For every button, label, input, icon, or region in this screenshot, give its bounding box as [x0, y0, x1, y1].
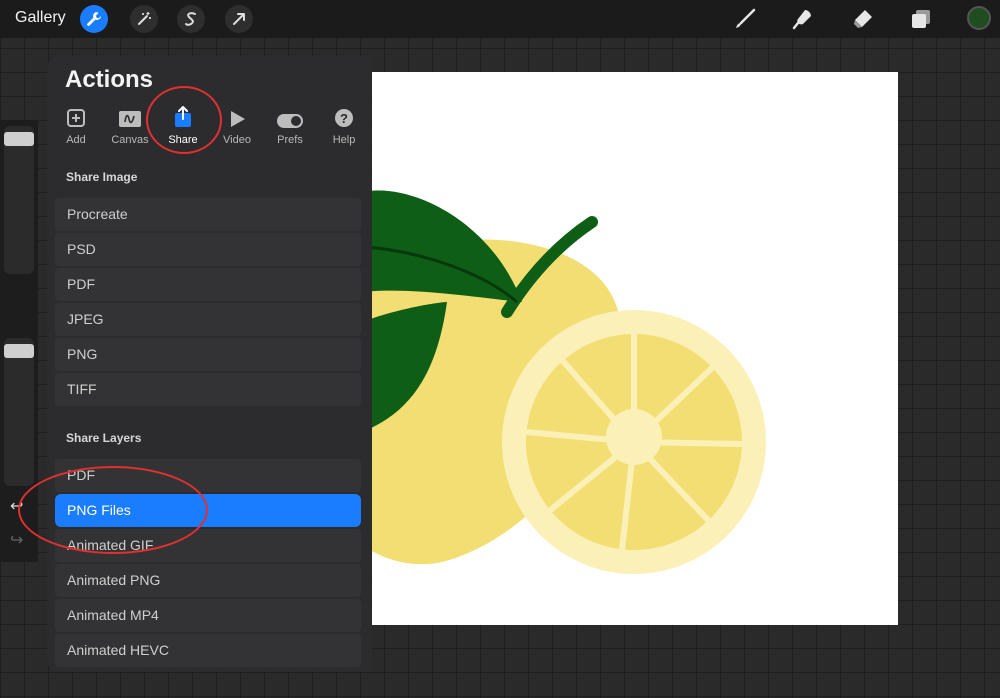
svg-text:?: ?	[340, 111, 348, 126]
share-image-procreate[interactable]: Procreate	[55, 198, 361, 231]
actions-panel: Actions Add Canvas Share Video Prefs ? H…	[47, 56, 372, 672]
layers-icon[interactable]	[908, 6, 934, 32]
add-icon	[50, 106, 102, 128]
share-layers-heading: Share Layers	[66, 431, 142, 445]
tab-add[interactable]: Add	[50, 106, 102, 146]
share-image-tiff[interactable]: TIFF	[55, 373, 361, 406]
share-layers-animated-hevc[interactable]: Animated HEVC	[55, 634, 361, 667]
tab-help[interactable]: ? Help	[318, 106, 370, 146]
brush-size-slider[interactable]	[4, 126, 34, 274]
tab-prefs[interactable]: Prefs	[264, 106, 316, 146]
opacity-thumb[interactable]	[4, 344, 34, 358]
share-tab-highlight-circle	[146, 86, 222, 154]
share-image-heading: Share Image	[66, 170, 138, 184]
redo-icon[interactable]: ↪	[10, 530, 23, 550]
share-layers-animated-png[interactable]: Animated PNG	[55, 564, 361, 597]
gallery-button[interactable]: Gallery	[15, 9, 66, 27]
opacity-slider[interactable]	[4, 338, 34, 486]
help-icon: ?	[318, 106, 370, 128]
png-files-highlight-circle	[18, 466, 208, 554]
share-layers-animated-mp4[interactable]: Animated MP4	[55, 599, 361, 632]
eraser-icon[interactable]	[850, 6, 876, 32]
top-toolbar: Gallery	[0, 0, 1000, 38]
brush-icon[interactable]	[732, 6, 758, 32]
share-image-jpeg[interactable]: JPEG	[55, 303, 361, 336]
transform-arrow-icon[interactable]	[225, 5, 253, 33]
color-swatch[interactable]	[967, 6, 991, 30]
wrench-icon[interactable]	[80, 5, 108, 33]
drawing-canvas[interactable]	[372, 72, 898, 625]
smudge-icon[interactable]	[790, 6, 816, 32]
brush-size-thumb[interactable]	[4, 132, 34, 146]
magic-wand-icon[interactable]	[130, 5, 158, 33]
share-image-png[interactable]: PNG	[55, 338, 361, 371]
toggle-icon	[264, 106, 316, 128]
selection-s-icon[interactable]	[177, 5, 205, 33]
share-image-pdf[interactable]: PDF	[55, 268, 361, 301]
panel-title: Actions	[65, 66, 154, 93]
share-image-psd[interactable]: PSD	[55, 233, 361, 266]
lemon-artwork	[372, 190, 766, 574]
